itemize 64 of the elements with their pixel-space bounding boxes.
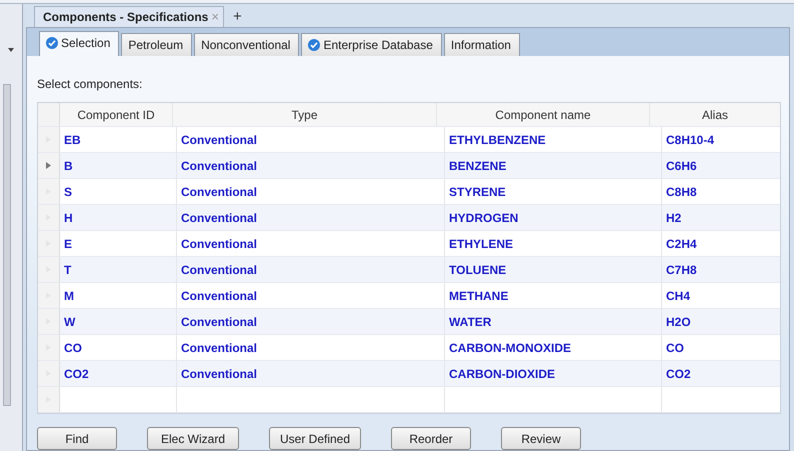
table-cell[interactable]: H2O — [662, 309, 780, 334]
table-cell[interactable]: Conventional — [177, 205, 445, 230]
table-cell[interactable]: Conventional — [177, 231, 445, 256]
table-cell[interactable]: W — [60, 309, 177, 334]
table-cell[interactable]: S — [60, 179, 177, 204]
column-header[interactable]: Alias — [650, 103, 780, 126]
table-cell[interactable]: Conventional — [177, 309, 445, 334]
table-cell[interactable]: HYDROGEN — [445, 205, 662, 230]
document-tab[interactable]: Components - Specifications × — [34, 6, 224, 27]
table-cell[interactable]: Conventional — [177, 283, 445, 308]
table-cell[interactable]: CARBON-DIOXIDE — [445, 361, 662, 386]
column-header[interactable]: Type — [173, 103, 437, 126]
column-header[interactable]: Component ID — [60, 103, 173, 126]
table-cell[interactable]: CO — [662, 335, 780, 360]
action-button[interactable]: Find — [37, 427, 117, 450]
action-button[interactable]: Elec Wizard — [147, 427, 239, 450]
table-cell[interactable]: METHANE — [445, 283, 662, 308]
table-cell[interactable]: EB — [60, 127, 177, 152]
table-cell[interactable]: Conventional — [177, 257, 445, 282]
table-cell[interactable]: Conventional — [177, 153, 445, 178]
table-cell[interactable]: E — [60, 231, 177, 256]
action-button[interactable]: Reorder — [391, 427, 471, 450]
tab[interactable]: Enterprise Database — [301, 33, 442, 56]
table-cell[interactable]: WATER — [445, 309, 662, 334]
table-cell[interactable]: ETHYLENE — [445, 231, 662, 256]
tab[interactable]: Petroleum — [121, 33, 192, 56]
tab[interactable]: Information — [444, 33, 520, 56]
table-cell[interactable]: M — [60, 283, 177, 308]
tab[interactable]: Selection — [39, 31, 120, 56]
table-cell[interactable]: C8H8 — [662, 179, 780, 204]
row-header[interactable] — [38, 153, 60, 178]
table-cell[interactable]: C8H10-4 — [662, 127, 780, 152]
row-pointer-icon — [46, 162, 51, 169]
scrollbar[interactable] — [3, 84, 11, 406]
check-icon — [308, 39, 320, 51]
tab[interactable]: Nonconventional — [194, 33, 300, 56]
table-cell[interactable]: BENZENE — [445, 153, 662, 178]
table-cell[interactable]: C6H6 — [662, 153, 780, 178]
table-cell[interactable]: STYRENE — [445, 179, 662, 204]
table-cell[interactable]: H2 — [662, 205, 780, 230]
check-icon — [46, 37, 58, 49]
table-cell[interactable]: T — [60, 257, 177, 282]
table-cell[interactable]: CO2 — [60, 361, 177, 386]
add-tab-button[interactable]: + — [230, 8, 245, 27]
table-cell[interactable]: C2H4 — [662, 231, 780, 256]
document-title: Components - Specifications — [43, 10, 208, 24]
table-cell[interactable]: H — [60, 205, 177, 230]
table-cell[interactable]: Conventional — [177, 179, 445, 204]
table-cell[interactable]: Conventional — [177, 335, 445, 360]
table-cell[interactable]: CARBON-MONOXIDE — [445, 335, 662, 360]
action-button[interactable]: Review — [501, 427, 581, 450]
column-header[interactable]: Component name — [437, 103, 650, 126]
table-cell[interactable]: CO — [60, 335, 177, 360]
table-cell[interactable]: Conventional — [177, 127, 445, 152]
table-cell[interactable]: TOLUENE — [445, 257, 662, 282]
table-cell[interactable]: ETHYLBENZENE — [445, 127, 662, 152]
table-cell[interactable]: Conventional — [177, 361, 445, 386]
prompt-label: Select components: — [37, 77, 144, 91]
table-cell[interactable]: B — [60, 153, 177, 178]
table-cell[interactable]: CH4 — [662, 283, 780, 308]
table-cell[interactable]: C7H8 — [662, 257, 780, 282]
action-button[interactable]: User Defined — [269, 427, 361, 450]
dropdown-caret-icon[interactable] — [8, 48, 14, 52]
table-cell[interactable]: CO2 — [662, 361, 780, 386]
